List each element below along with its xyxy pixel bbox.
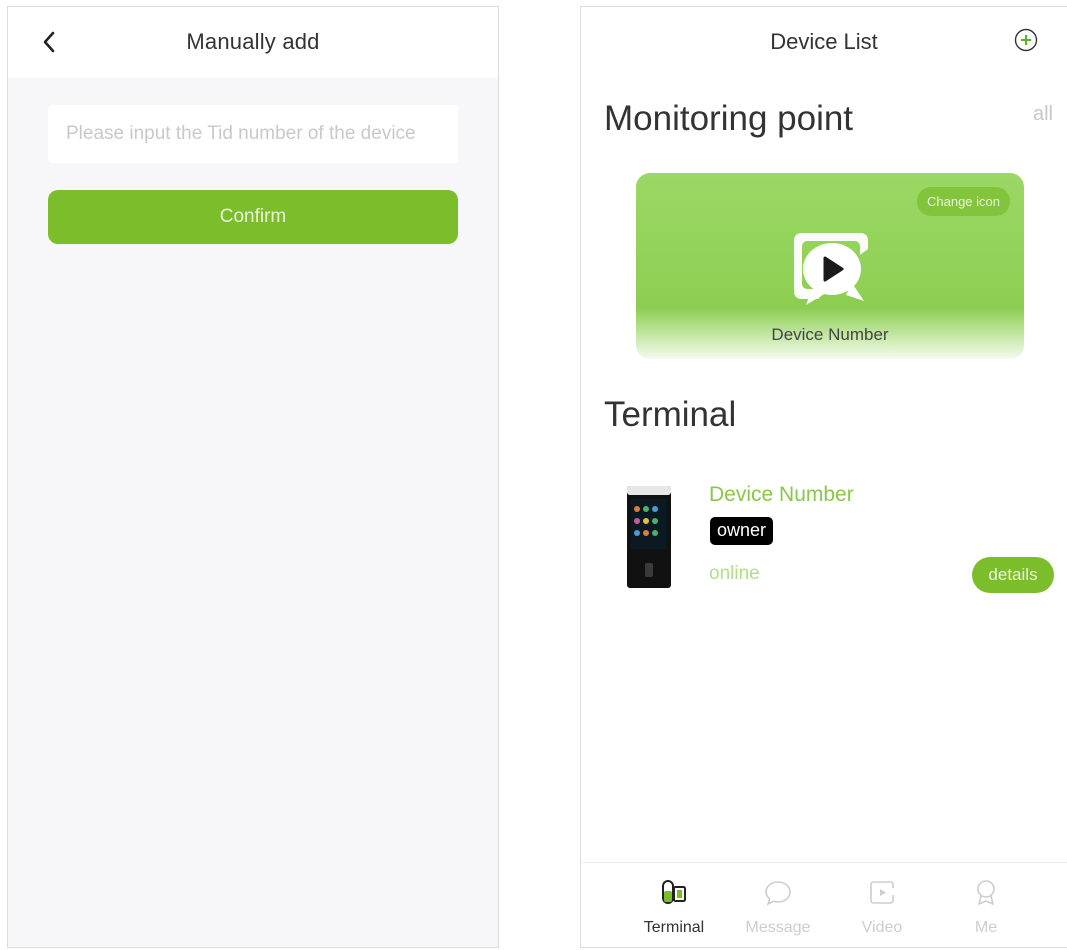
monitoring-device-label: Device Number (771, 325, 889, 344)
video-icon (870, 881, 894, 904)
online-status: online (709, 563, 760, 584)
tab-message[interactable]: Message (728, 863, 828, 947)
tab-video[interactable]: Video (832, 863, 932, 947)
tab-label: Terminal (643, 919, 705, 936)
details-button[interactable]: details (972, 557, 1054, 593)
me-icon (977, 880, 995, 905)
page-title: Manually add (186, 29, 320, 54)
bottom-tab-bar: Terminal Message Video Me (581, 862, 1067, 947)
header: Manually add (8, 7, 498, 78)
device-list-screen: Device List Monitoring point all Change … (580, 6, 1067, 948)
terminal-device-image (627, 486, 671, 588)
add-device-button[interactable] (1013, 27, 1039, 53)
tab-me[interactable]: Me (936, 863, 1036, 947)
change-icon-button[interactable]: Change icon (917, 187, 1010, 216)
video-bubble-icon (794, 233, 868, 305)
device-name: Device Number (709, 483, 854, 506)
plus-circle-icon (1014, 28, 1038, 52)
tab-terminal[interactable]: Terminal (624, 863, 724, 947)
page-title: Device List (770, 29, 878, 54)
tab-label: Me (974, 919, 998, 936)
monitoring-point-heading: Monitoring point (604, 99, 854, 138)
manual-add-screen: Manually add Confirm (7, 6, 499, 948)
message-icon (765, 881, 791, 906)
terminal-heading: Terminal (604, 395, 737, 434)
terminal-device-item[interactable]: Device Number owner online details (611, 467, 1061, 607)
owner-badge: owner (710, 517, 774, 545)
tab-label: Message (745, 919, 811, 936)
tab-label: Video (861, 919, 903, 936)
terminal-icon (662, 880, 686, 904)
confirm-button[interactable]: Confirm (48, 190, 458, 244)
all-link[interactable]: all (1033, 103, 1053, 126)
monitoring-point-card[interactable]: Change icon Device Number (636, 173, 1024, 359)
tid-number-input[interactable] (48, 105, 458, 163)
